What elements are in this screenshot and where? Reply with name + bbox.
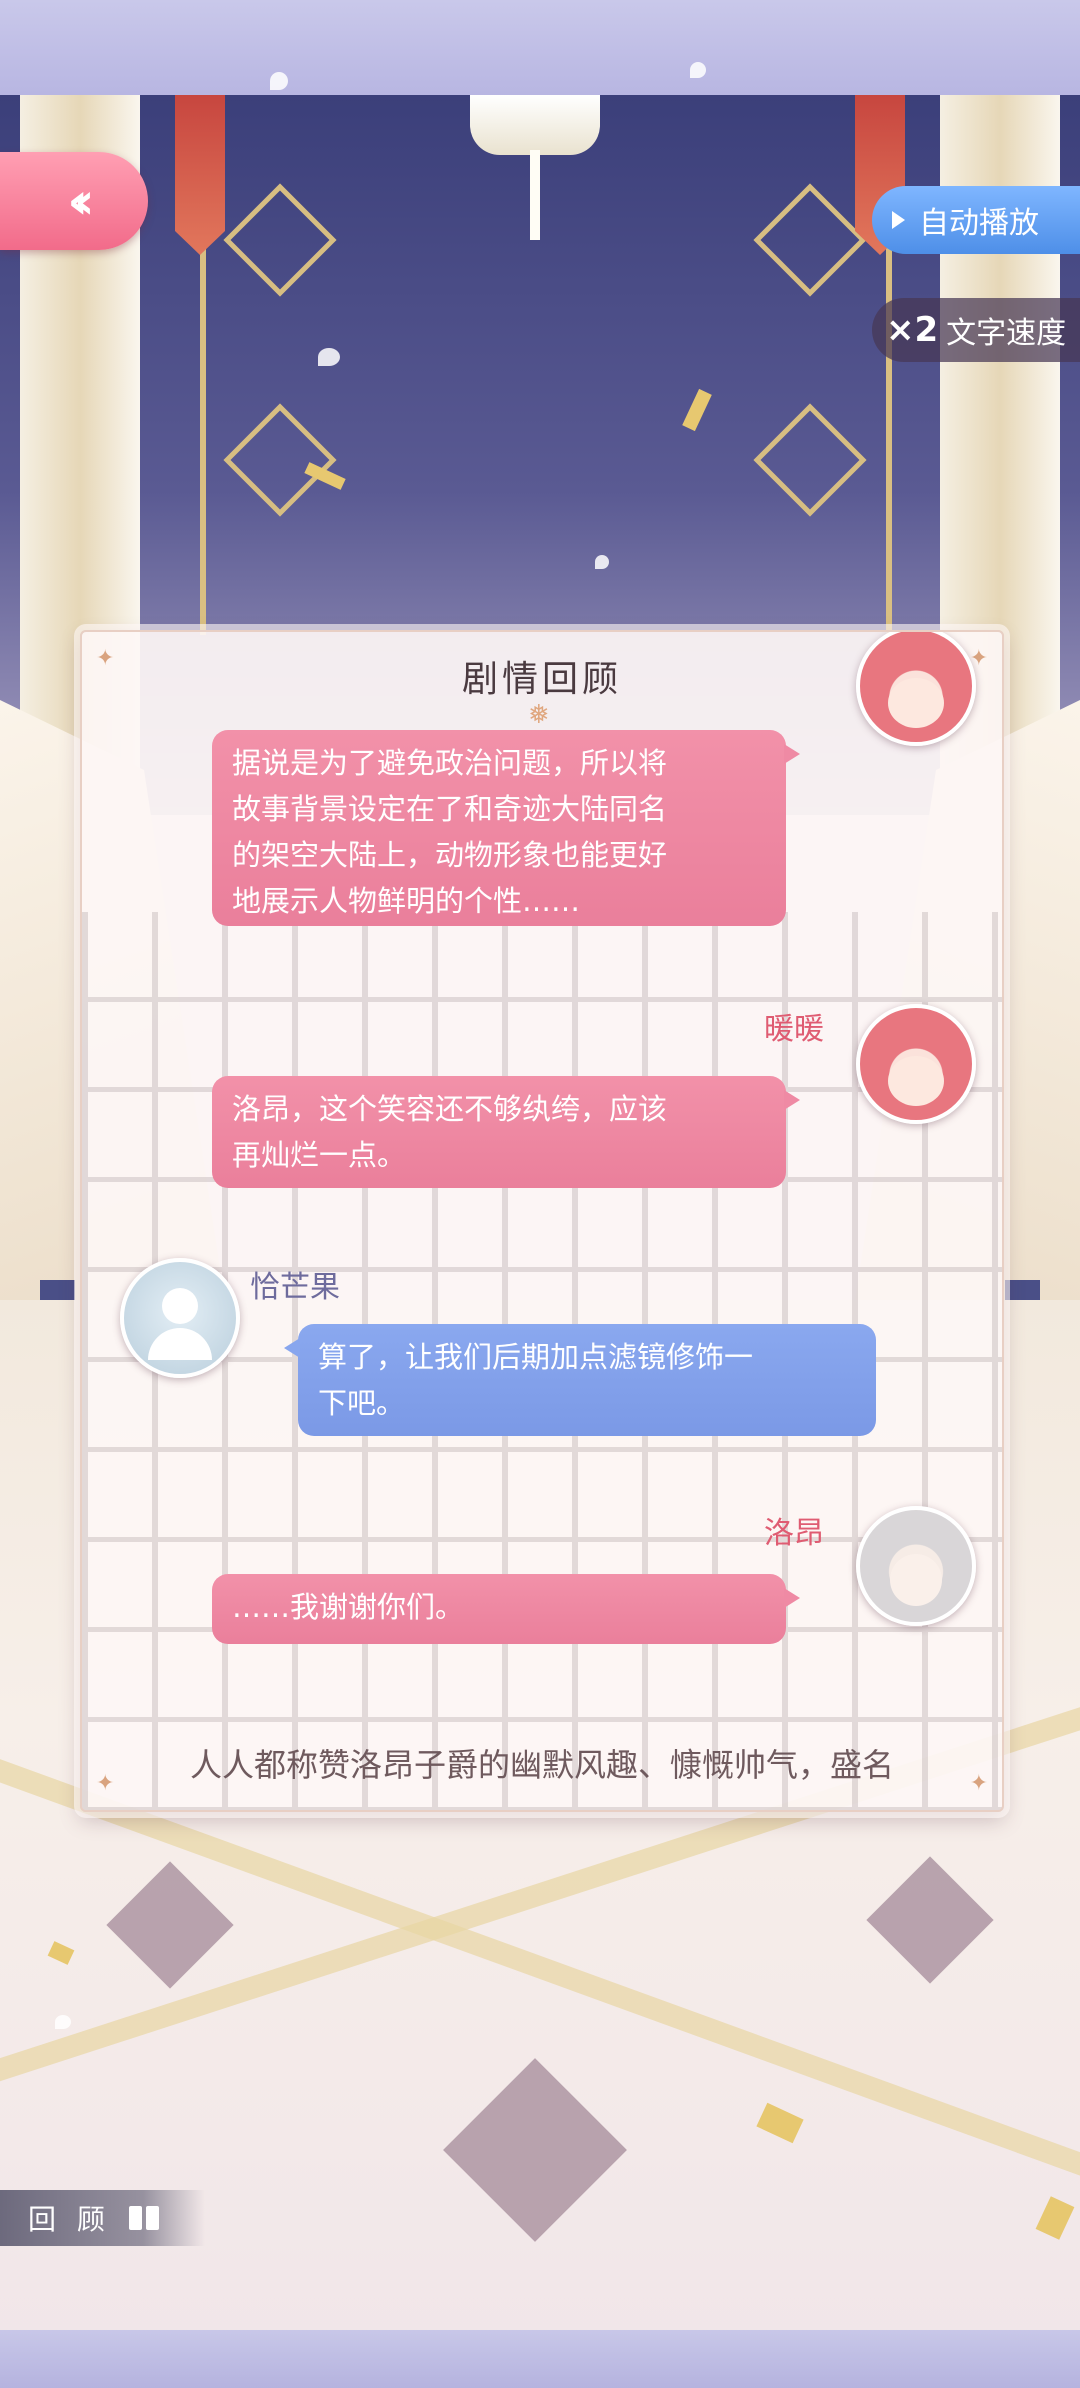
petal bbox=[318, 348, 340, 366]
speaker-avatar bbox=[856, 632, 976, 746]
book-icon bbox=[128, 2206, 159, 2230]
speaker-name: 恰芒果 bbox=[250, 1270, 340, 1305]
text-speed-button[interactable]: ×2 文字速度 bbox=[872, 298, 1080, 362]
user-silhouette-body bbox=[148, 1328, 212, 1360]
message-line: 故事背景设定在了和奇迹大陆同名 bbox=[232, 792, 668, 826]
top-sky-band bbox=[0, 0, 1080, 95]
text-speed-label: 文字速度 bbox=[946, 316, 1067, 351]
petal bbox=[595, 555, 609, 569]
message-line: 下吧。 bbox=[318, 1386, 406, 1420]
review-button[interactable]: 回 顾 bbox=[0, 2190, 205, 2246]
user-silhouette-icon bbox=[162, 1288, 198, 1324]
speaker-avatar bbox=[856, 1004, 976, 1124]
banner-left bbox=[175, 95, 225, 255]
message-bubble: ……我谢谢你们。 bbox=[212, 1574, 800, 1644]
narration-text: 人人都称赞洛昂子爵的幽默风趣、慷慨帅气，盛名 bbox=[189, 1746, 894, 1784]
review-label: 回 顾 bbox=[28, 2203, 111, 2236]
speaker-avatar bbox=[856, 1506, 976, 1626]
bottom-sky-band bbox=[0, 2330, 1080, 2388]
auto-play-label: 自动播放 bbox=[919, 206, 1039, 241]
petal bbox=[55, 2015, 71, 2029]
petal bbox=[690, 62, 706, 78]
window-frame bbox=[200, 95, 892, 635]
chandelier bbox=[470, 95, 600, 155]
snowflake-ornament-icon: ❅ bbox=[528, 700, 550, 730]
message-bubble: 洛昂，这个笑容还不够纨绔，应该 再灿烂一点。 bbox=[212, 1076, 800, 1188]
message-line: 地展示人物鲜明的个性…… bbox=[232, 884, 581, 918]
message-bubble: 算了，让我们后期加点滤镜修饰一 下吧。 bbox=[284, 1324, 876, 1436]
message-line: 据说是为了避免政治问题，所以将 bbox=[232, 746, 668, 780]
message-line: 洛昂，这个笑容还不够纨绔，应该 bbox=[232, 1092, 668, 1126]
message-line: 算了，让我们后期加点滤镜修饰一 bbox=[318, 1340, 754, 1374]
play-icon bbox=[892, 211, 905, 229]
auto-play-button[interactable]: 自动播放 bbox=[872, 186, 1080, 254]
back-button[interactable]: ‹‹ bbox=[0, 152, 148, 250]
petal bbox=[270, 72, 288, 90]
speed-multiplier: ×2 bbox=[886, 310, 939, 350]
chandelier-drop bbox=[530, 150, 540, 240]
speaker-name: 暖暖 bbox=[764, 1012, 824, 1047]
double-chevron-left-icon: ‹‹ bbox=[67, 172, 94, 230]
speaker-name: 洛昂 bbox=[764, 1516, 824, 1551]
message-bubble: 据说是为了避免政治问题，所以将 故事背景设定在了和奇迹大陆同名 的架空大陆上，动… bbox=[212, 730, 800, 926]
message-line: ……我谢谢你们。 bbox=[232, 1590, 465, 1624]
user-avatar bbox=[120, 1258, 240, 1378]
message-line: 再灿烂一点。 bbox=[232, 1138, 407, 1172]
story-review-panel[interactable]: ✦ ✦ ✦ ✦ 剧情回顾 ❅ 据说是为了避免政治问题，所以将 故事背景设定在了和… bbox=[80, 630, 1004, 1812]
message-line: 的架空大陆上，动物形象也能更好 bbox=[232, 838, 668, 872]
